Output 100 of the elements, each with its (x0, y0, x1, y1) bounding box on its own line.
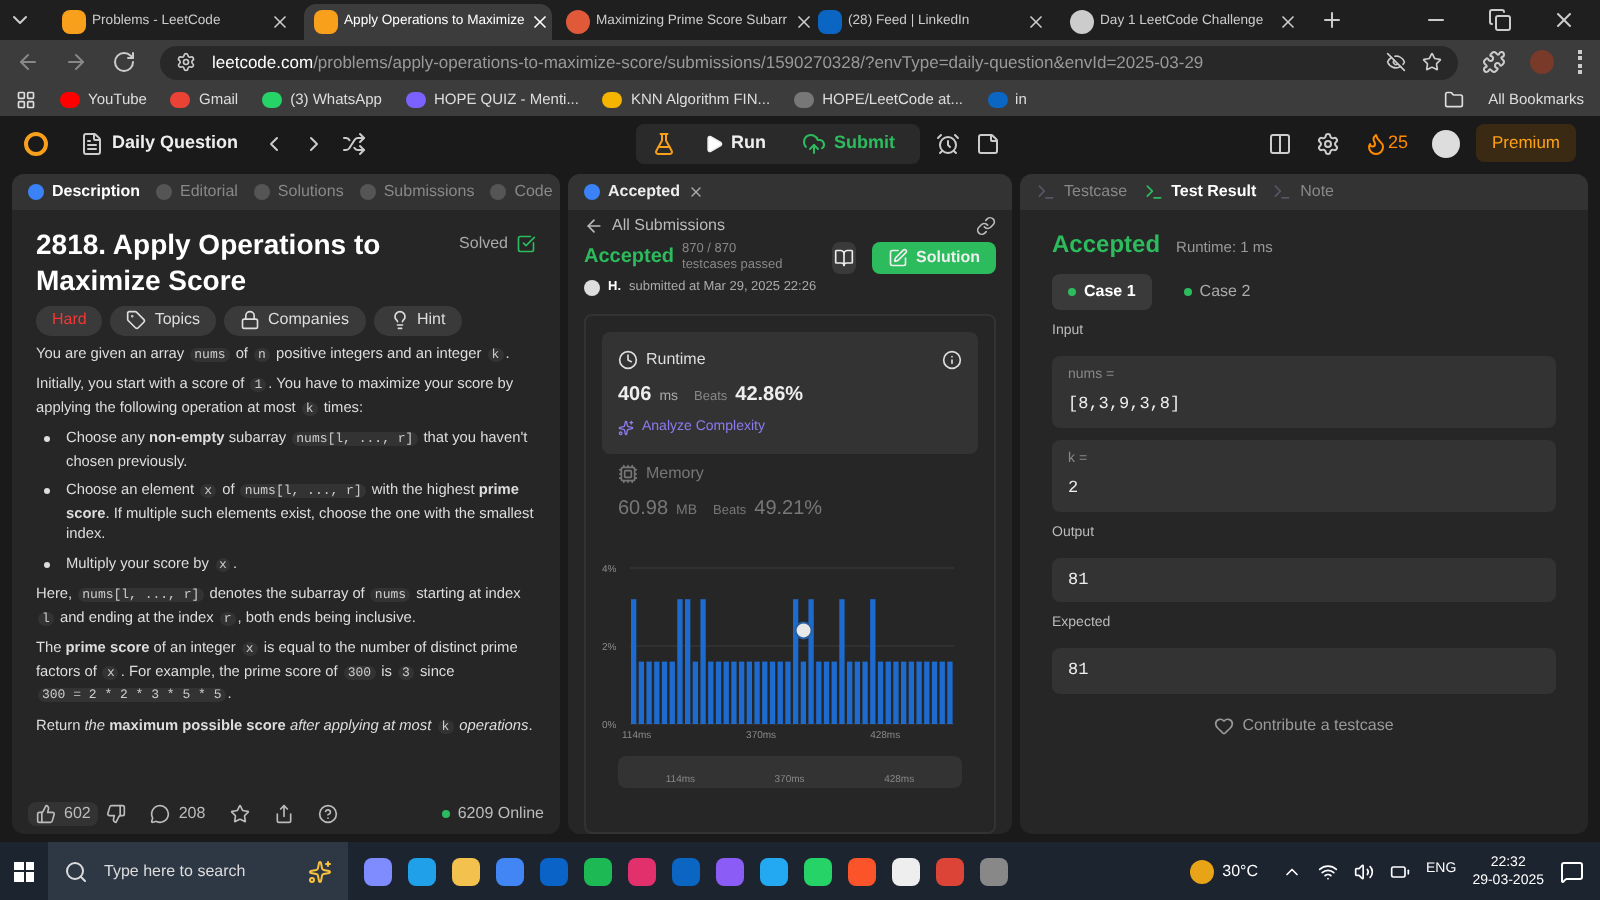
info-icon (942, 349, 962, 370)
panel-tab[interactable]: Test Result (1143, 180, 1257, 204)
layout-icon[interactable] (1267, 131, 1292, 155)
volume-icon (1354, 861, 1375, 881)
url-host: leetcode.com (212, 51, 314, 72)
help-icon[interactable] (317, 804, 338, 824)
weather-icon (1190, 859, 1215, 883)
star-icon (1422, 52, 1442, 72)
timer-icon[interactable] (935, 131, 959, 155)
in-logo-icon (818, 10, 842, 34)
debug-icon[interactable] (651, 131, 675, 155)
taskbar-app-icon[interactable] (892, 857, 920, 885)
new-tab-icon[interactable] (1320, 8, 1344, 32)
tab-icon (1036, 182, 1056, 202)
taskbar-app-icon[interactable] (804, 857, 832, 885)
close-icon[interactable] (1026, 12, 1046, 32)
thumbs-down-icon[interactable] (106, 804, 127, 824)
forward-icon[interactable] (64, 50, 88, 74)
all-submissions-link[interactable]: All Submissions (612, 214, 725, 238)
notifications-icon[interactable] (1560, 859, 1584, 883)
tag-button[interactable]: Companies (224, 306, 365, 335)
share-icon[interactable] (273, 804, 294, 824)
extensions-icon[interactable] (1482, 50, 1506, 74)
panel-tab[interactable]: Accepted (608, 180, 681, 204)
bullet-icon (44, 488, 50, 494)
submit-button[interactable]: Submit (786, 129, 911, 157)
avatar-icon[interactable] (1432, 129, 1460, 157)
weather-text[interactable]: 30°C (1222, 859, 1259, 883)
cloud-upload-icon (802, 131, 826, 155)
battery-icon (1390, 861, 1411, 881)
flame-icon (1363, 131, 1388, 155)
address-field[interactable]: leetcode.com/problems/apply-operations-to-maximize-score/submissions/1590270328/?envType=daily-question&envId=2025-03-29 (160, 45, 1458, 79)
panel-tab[interactable]: Editorial (156, 180, 238, 204)
shuffle-icon[interactable] (342, 131, 367, 155)
tab-icon (490, 184, 507, 200)
comments-button[interactable]: 208 (150, 802, 206, 826)
menu-icon[interactable] (1578, 50, 1584, 74)
panel-tab[interactable]: Code (490, 180, 553, 204)
result-status: Accepted (1052, 228, 1161, 262)
like-button[interactable]: 602 (28, 802, 99, 826)
reload-icon[interactable] (112, 50, 136, 74)
back-icon[interactable] (16, 50, 40, 74)
eye-off-icon (1386, 52, 1406, 72)
taskbar-app-icon[interactable] (584, 857, 612, 885)
tag-button[interactable]: Topics (110, 306, 217, 335)
close-icon[interactable] (270, 12, 290, 32)
close-icon[interactable] (688, 184, 705, 200)
burst-icon (566, 10, 590, 34)
note-icon[interactable] (975, 131, 999, 155)
windows-start-icon[interactable] (14, 861, 34, 881)
panel-tab[interactable]: Submissions (359, 180, 475, 204)
link-icon[interactable] (976, 216, 996, 236)
taskbar-app-icon[interactable] (408, 857, 436, 885)
daily-question-link[interactable]: Daily Question (112, 129, 239, 157)
play-icon (703, 133, 723, 153)
search-field[interactable]: Type here to search (48, 842, 348, 900)
beats-value: 49.21% (754, 496, 823, 525)
expected-value: 81 (1052, 647, 1556, 693)
close-icon[interactable] (1278, 12, 1298, 32)
avatar-marker-icon (794, 621, 813, 640)
taskbar-app-icon[interactable] (452, 857, 480, 885)
code-logo-icon (62, 10, 86, 34)
sparkle-icon (308, 859, 332, 883)
site-settings-icon (176, 52, 196, 72)
tag-button[interactable]: Hint (373, 306, 462, 335)
check-icon (516, 234, 536, 255)
panel-tab[interactable]: Testcase (1036, 180, 1128, 204)
close-icon[interactable] (530, 12, 551, 32)
case-tab[interactable]: Case 2 (1167, 274, 1267, 310)
close-icon[interactable] (1552, 8, 1576, 32)
panel-tab[interactable]: Solutions (253, 180, 344, 204)
runtime-value: 406 (618, 381, 652, 410)
apps-icon[interactable] (16, 90, 36, 110)
settings-icon[interactable] (1315, 131, 1340, 155)
solved-label: Solved (459, 234, 508, 255)
star-icon[interactable] (229, 804, 250, 824)
panel-tab[interactable]: Description (28, 180, 141, 204)
restore-icon[interactable] (1488, 8, 1512, 32)
variable-value: 2 (1068, 476, 1081, 502)
panel-tab[interactable]: Note (1272, 180, 1335, 204)
close-icon[interactable] (793, 12, 814, 32)
editorial-button[interactable] (832, 242, 856, 274)
case-tab[interactable]: Case 1 (1052, 274, 1152, 310)
book-icon (834, 248, 855, 268)
leetcode-logo-icon[interactable] (24, 131, 48, 155)
premium-button[interactable]: Premium (1476, 124, 1577, 162)
streak-count[interactable]: 25 (1387, 129, 1408, 157)
contribute-link[interactable]: Contribute a testcase (1242, 713, 1394, 737)
run-button[interactable]: Run (687, 129, 782, 157)
clock-icon (618, 349, 638, 370)
folder-icon (1444, 90, 1465, 110)
back-icon (584, 216, 604, 236)
tab-icon (359, 184, 376, 200)
url-path: /problems/apply-operations-to-maximize-score/submissions/1590270328/?envType=daily-question&envId=2025-03-29 (313, 51, 1204, 72)
list-icon (80, 131, 104, 155)
taskbar-app-icon[interactable] (760, 857, 788, 885)
comment-icon (150, 804, 171, 824)
avatar-icon (584, 279, 600, 296)
beats-value: 42.86% (735, 381, 804, 410)
problem-title: 2818. Apply Operations to Maximize Score (36, 226, 383, 298)
